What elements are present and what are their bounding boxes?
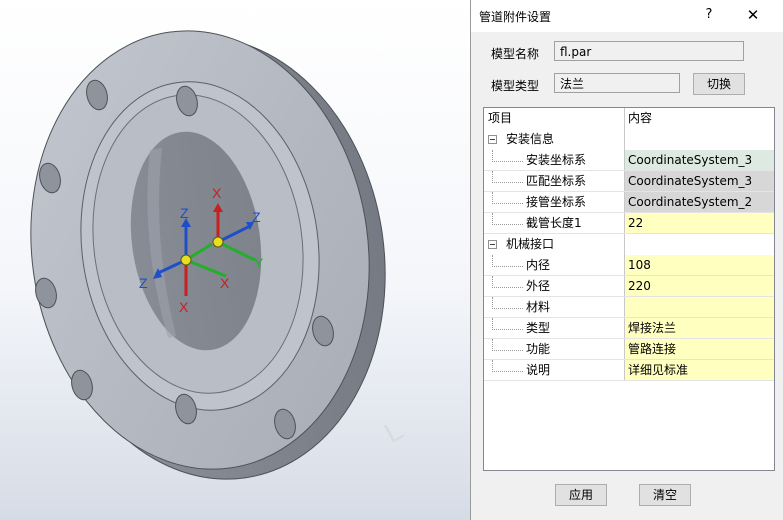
tree-guide	[492, 255, 523, 267]
pipe-fitting-settings-dialog: 管道附件设置 ? ✕ 模型名称 fl.par 模型类型 法兰 切换 项目 内容 …	[470, 0, 783, 520]
collapse-icon[interactable]	[488, 240, 497, 249]
property-name: 截管长度1	[526, 216, 582, 230]
clear-button[interactable]: 清空	[639, 484, 691, 506]
watermark: L	[379, 414, 408, 449]
property-row[interactable]: 截管长度1 22	[484, 213, 774, 234]
property-value[interactable]: 详细见标准	[624, 360, 774, 381]
grid-header: 项目 内容	[484, 108, 774, 129]
property-row[interactable]: 说明 详细见标准	[484, 360, 774, 381]
column-item-header: 项目	[488, 111, 513, 125]
property-value[interactable]: 220	[624, 276, 774, 297]
triad-x-label-3: X	[220, 275, 230, 291]
property-value[interactable]: 管路连接	[624, 339, 774, 360]
tree-guide	[492, 318, 523, 330]
tree-guide	[492, 150, 523, 162]
property-row[interactable]: 材料	[484, 297, 774, 318]
group-label: 安装信息	[506, 132, 555, 146]
property-name: 说明	[526, 363, 551, 377]
property-grid[interactable]: 项目 内容 安装信息安装坐标系 CoordinateSystem_3 匹配坐标系 Co…	[483, 107, 775, 471]
group-row[interactable]: 机械接口	[484, 234, 774, 255]
title-bar: 管道附件设置 ? ✕	[471, 0, 783, 32]
property-row[interactable]: 功能 管路连接	[484, 339, 774, 360]
property-value[interactable]: CoordinateSystem_3	[624, 150, 774, 171]
triad-z-label-2: Z	[252, 209, 261, 225]
column-content-header: 内容	[624, 108, 774, 129]
tree-guide	[492, 339, 523, 351]
model-viewport[interactable]: Z Z Z X X X Y L	[0, 0, 470, 520]
dialog-title: 管道附件设置	[479, 10, 552, 24]
tree-guide	[492, 297, 523, 309]
tree-guide	[492, 192, 523, 204]
tree-guide	[492, 171, 523, 183]
property-row[interactable]: 安装坐标系 CoordinateSystem_3	[484, 150, 774, 171]
property-value[interactable]: 108	[624, 255, 774, 276]
tree-guide	[492, 276, 523, 288]
property-name: 内径	[526, 258, 551, 272]
apply-button[interactable]: 应用	[555, 484, 607, 506]
help-button[interactable]: ?	[699, 5, 719, 25]
property-row[interactable]: 匹配坐标系 CoordinateSystem_3	[484, 171, 774, 192]
triad-z-label-1: Z	[180, 205, 189, 221]
property-value[interactable]	[624, 297, 774, 318]
group-row[interactable]: 安装信息	[484, 129, 774, 150]
model-name-field[interactable]: fl.par	[554, 41, 744, 61]
triad-y-label: Y	[254, 255, 264, 271]
property-row[interactable]: 内径 108	[484, 255, 774, 276]
property-name: 材料	[526, 300, 551, 314]
model-type-label: 模型类型	[491, 79, 540, 93]
property-name: 接管坐标系	[526, 195, 587, 209]
triad-z-label-3: Z	[139, 275, 148, 291]
property-value[interactable]: CoordinateSystem_2	[624, 192, 774, 213]
property-name: 外径	[526, 279, 551, 293]
property-name: 安装坐标系	[526, 153, 587, 167]
tree-guide	[492, 213, 523, 225]
flange-model: Z Z Z X X X Y L	[30, 30, 408, 480]
collapse-icon[interactable]	[488, 135, 497, 144]
group-value-cell	[624, 234, 774, 255]
switch-button[interactable]: 切换	[693, 73, 745, 95]
property-row[interactable]: 接管坐标系 CoordinateSystem_2	[484, 192, 774, 213]
property-value[interactable]: 22	[624, 213, 774, 234]
group-label: 机械接口	[506, 237, 555, 251]
model-name-label: 模型名称	[491, 47, 540, 61]
row-divider	[484, 380, 774, 381]
property-value[interactable]: CoordinateSystem_3	[624, 171, 774, 192]
triad-x-label-1: X	[212, 185, 222, 201]
triad-x-label-2: X	[179, 299, 189, 315]
property-value[interactable]: 焊接法兰	[624, 318, 774, 339]
property-row[interactable]: 类型 焊接法兰	[484, 318, 774, 339]
property-name: 匹配坐标系	[526, 174, 587, 188]
property-row[interactable]: 外径 220	[484, 276, 774, 297]
tree-guide	[492, 360, 523, 372]
close-button[interactable]: ✕	[741, 5, 765, 25]
group-value-cell	[624, 129, 774, 150]
property-name: 功能	[526, 342, 551, 356]
property-name: 类型	[526, 321, 551, 335]
model-type-field[interactable]: 法兰	[554, 73, 680, 93]
